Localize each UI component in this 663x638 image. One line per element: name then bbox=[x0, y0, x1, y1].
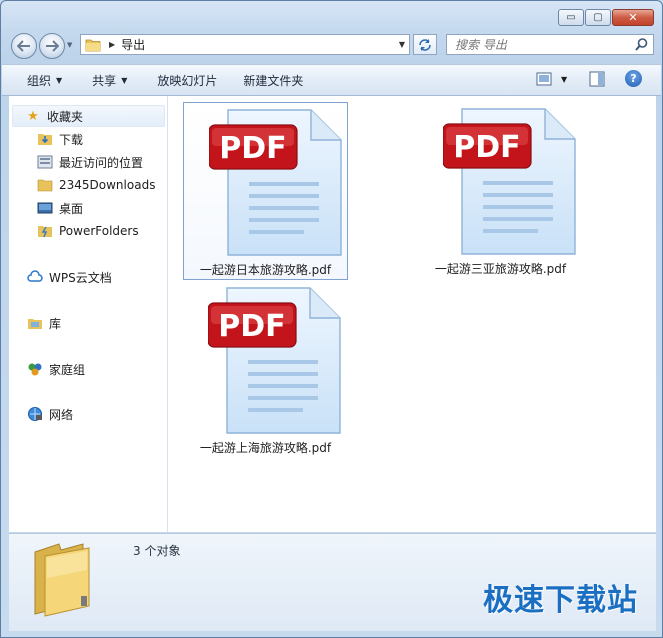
desktop-icon bbox=[37, 202, 53, 214]
breadcrumb-separator-icon: ▶ bbox=[109, 40, 116, 49]
refresh-button[interactable] bbox=[413, 34, 437, 55]
back-button[interactable] bbox=[11, 33, 37, 59]
recent-places-icon bbox=[37, 155, 53, 169]
maximize-button[interactable]: ▢ bbox=[585, 9, 611, 26]
network-icon bbox=[28, 407, 42, 421]
file-item[interactable]: PDF 一起游日本旅游攻略.pdf bbox=[183, 102, 348, 280]
refresh-icon bbox=[419, 38, 431, 51]
search-icon[interactable] bbox=[635, 38, 648, 51]
details-pane: 3 个对象 极速下载站 bbox=[9, 533, 656, 631]
file-name: 一起游上海旅游攻略.pdf bbox=[199, 441, 332, 455]
share-menu[interactable]: 共享 ▼ bbox=[74, 72, 139, 89]
explorer-window: ▭ ▢ ✕ ▼ ▶ 导出 ▼ 组织 ▼ 共享 ▼ 放映幻灯片 新建文件夹 bbox=[0, 0, 663, 638]
chevron-down-icon: ▼ bbox=[561, 74, 568, 84]
help-button[interactable]: ? bbox=[625, 70, 642, 87]
view-icon bbox=[536, 72, 552, 86]
library-icon bbox=[28, 319, 42, 329]
new-folder-button[interactable]: 新建文件夹 bbox=[229, 72, 315, 89]
nav-item-downloads[interactable]: 下载 bbox=[37, 129, 83, 149]
nav-wps-cloud[interactable]: WPS云文档 bbox=[27, 267, 112, 287]
nav-network[interactable]: 网络 bbox=[27, 404, 73, 424]
back-arrow-icon bbox=[17, 40, 30, 52]
homegroup-icon bbox=[28, 363, 42, 376]
slideshow-label: 放映幻灯片 bbox=[157, 73, 218, 88]
nav-item-label: 最近访问的位置 bbox=[59, 155, 144, 170]
star-icon: ★ bbox=[27, 108, 39, 124]
nav-item-recent-places[interactable]: 最近访问的位置 bbox=[37, 152, 143, 172]
pdf-badge-text: PDF bbox=[453, 130, 520, 165]
file-item[interactable]: PDF 一起游上海旅游攻略.pdf bbox=[183, 281, 348, 459]
minimize-icon: ▭ bbox=[566, 11, 576, 23]
command-bar: 组织 ▼ 共享 ▼ 放映幻灯片 新建文件夹 ▼ ? bbox=[2, 64, 661, 96]
minimize-button[interactable]: ▭ bbox=[558, 9, 584, 26]
nav-wps-cloud-label: WPS云文档 bbox=[49, 270, 112, 285]
folder-icon bbox=[85, 39, 101, 51]
nav-item-desktop[interactable]: 桌面 bbox=[37, 198, 83, 218]
view-options-button[interactable]: ▼ bbox=[536, 72, 567, 86]
watermark-logo: 极速下载站 bbox=[483, 583, 638, 618]
preview-pane-icon bbox=[589, 71, 605, 87]
organize-menu[interactable]: 组织 ▼ bbox=[2, 72, 74, 89]
forward-arrow-icon bbox=[46, 40, 59, 52]
item-count: 3 个对象 bbox=[133, 544, 181, 558]
nav-homegroup-label: 家庭组 bbox=[49, 362, 86, 377]
file-item[interactable]: PDF 一起游三亚旅游攻略.pdf bbox=[418, 102, 583, 280]
caption-buttons: ▭ ▢ ✕ bbox=[557, 9, 654, 26]
nav-favorites[interactable]: ★ 收藏夹 bbox=[12, 105, 165, 127]
new-folder-label: 新建文件夹 bbox=[243, 73, 304, 88]
address-bar[interactable]: ▶ 导出 ▼ bbox=[80, 34, 410, 55]
organize-label: 组织 bbox=[27, 73, 52, 88]
close-button[interactable]: ✕ bbox=[612, 9, 654, 26]
pdf-file-icon: PDF bbox=[208, 287, 341, 434]
forward-button[interactable] bbox=[39, 33, 65, 59]
powerfolders-icon bbox=[38, 226, 52, 238]
navigation-pane: ★ 收藏夹 下载 最近访问的位置 2345Downloads 桌面 PowerF… bbox=[9, 96, 168, 532]
nav-item-label: 桌面 bbox=[59, 201, 84, 216]
pdf-file-icon: PDF bbox=[443, 108, 576, 255]
large-folder-icon bbox=[34, 543, 90, 617]
pdf-badge-text: PDF bbox=[218, 309, 285, 344]
nav-item-label: 2345Downloads bbox=[59, 178, 156, 192]
nav-network-label: 网络 bbox=[49, 407, 74, 422]
chevron-down-icon: ▼ bbox=[121, 75, 128, 85]
search-input[interactable] bbox=[453, 36, 637, 53]
close-icon: ✕ bbox=[628, 11, 638, 24]
recent-pages-dropdown[interactable]: ▼ bbox=[67, 41, 72, 49]
maximize-icon: ▢ bbox=[593, 11, 603, 23]
pdf-file-icon: PDF bbox=[209, 109, 342, 256]
file-name: 一起游三亚旅游攻略.pdf bbox=[434, 262, 567, 276]
nav-item-label: 下载 bbox=[59, 132, 84, 147]
nav-favorites-label: 收藏夹 bbox=[47, 109, 84, 124]
nav-item-powerfolders[interactable]: PowerFolders bbox=[37, 221, 139, 241]
nav-homegroup[interactable]: 家庭组 bbox=[27, 359, 85, 379]
downloads-folder-icon bbox=[38, 134, 52, 145]
nav-item-2345downloads[interactable]: 2345Downloads bbox=[37, 175, 155, 195]
nav-libraries-label: 库 bbox=[49, 316, 62, 331]
address-dropdown-icon[interactable]: ▼ bbox=[399, 40, 405, 49]
file-name: 一起游日本旅游攻略.pdf bbox=[199, 263, 332, 277]
pdf-badge-text: PDF bbox=[219, 131, 286, 166]
chevron-down-icon: ▼ bbox=[56, 75, 63, 85]
share-label: 共享 bbox=[92, 73, 117, 88]
help-icon: ? bbox=[630, 72, 637, 85]
preview-pane-button[interactable] bbox=[589, 71, 605, 90]
slideshow-button[interactable]: 放映幻灯片 bbox=[139, 72, 229, 89]
folder-icon bbox=[37, 179, 53, 192]
search-box[interactable] bbox=[446, 34, 654, 55]
breadcrumb-current[interactable]: 导出 bbox=[121, 36, 145, 53]
nav-libraries[interactable]: 库 bbox=[27, 313, 61, 333]
nav-item-label: PowerFolders bbox=[59, 224, 139, 238]
file-list: PDF 一起游日本旅游攻略.pdf PDF 一起游三亚旅游攻略.pdf PDF … bbox=[168, 96, 656, 532]
cloud-icon bbox=[27, 270, 43, 282]
